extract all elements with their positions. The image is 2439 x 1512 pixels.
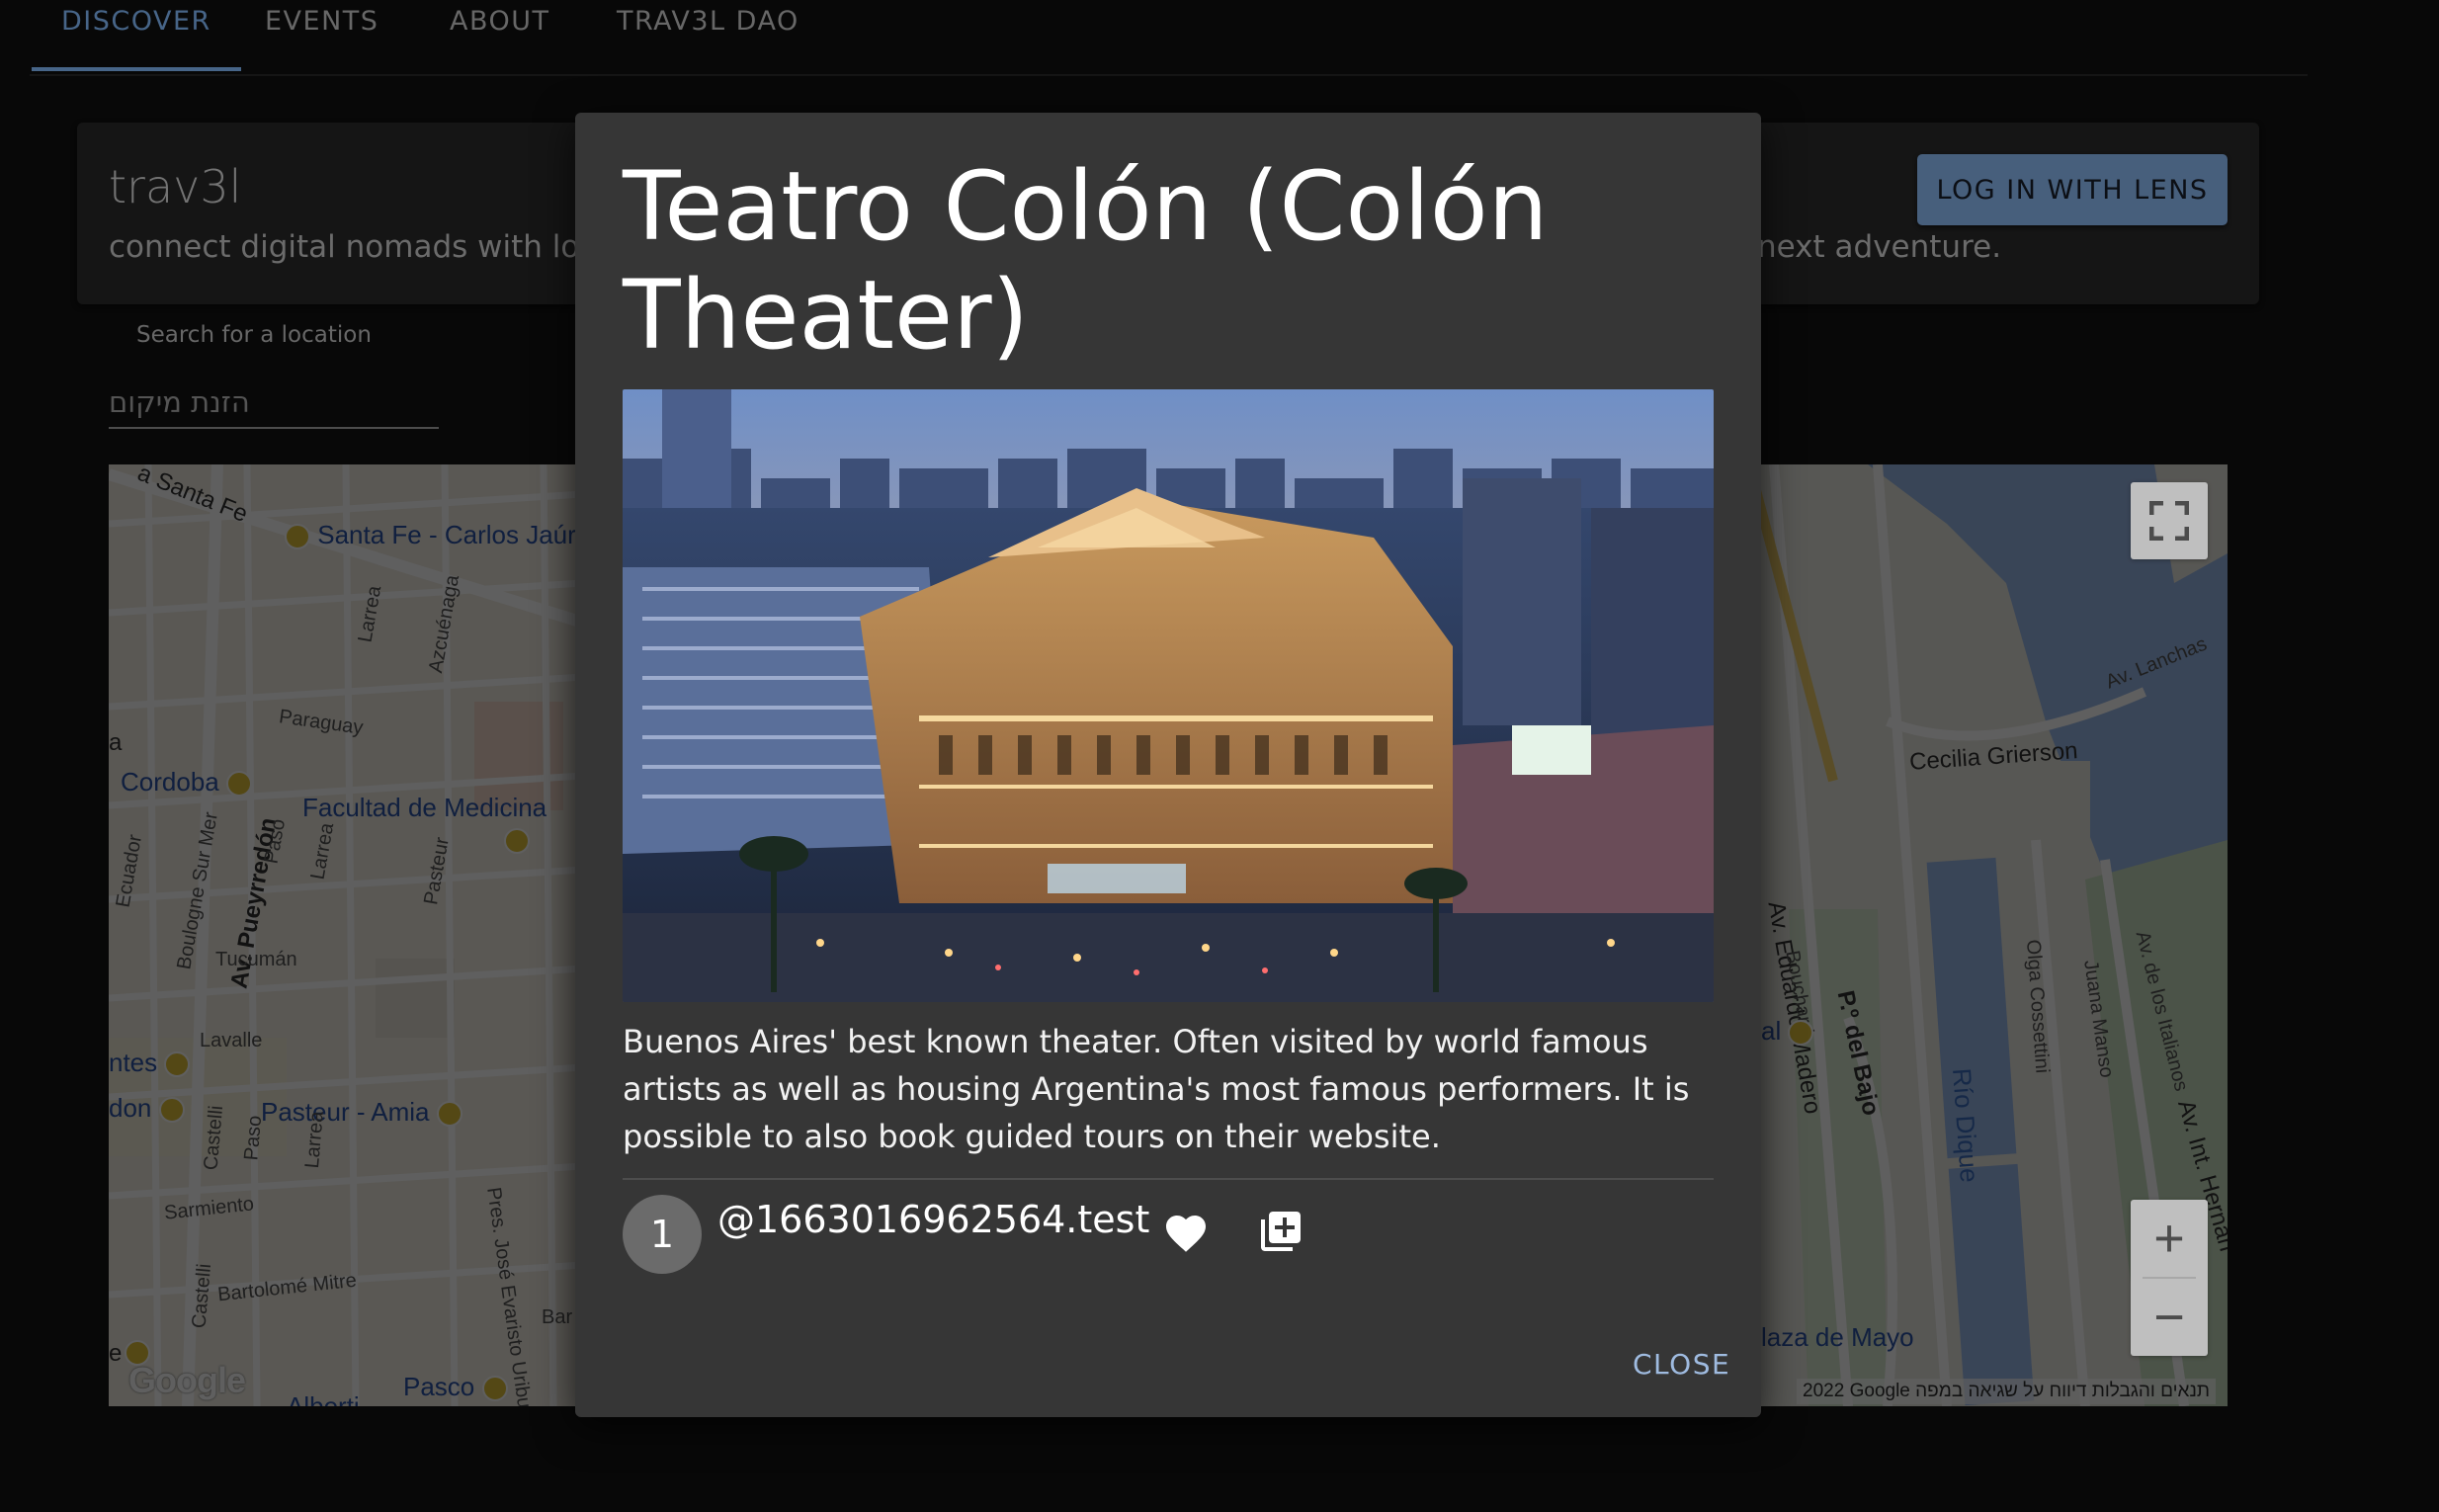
like-button[interactable]	[1162, 1210, 1210, 1257]
map-label: Lavalle	[200, 1030, 263, 1051]
subway-icon	[504, 828, 530, 854]
map-label: don	[109, 1093, 152, 1123]
add-to-collection-button[interactable]	[1257, 1208, 1304, 1255]
search-label: Search for a location	[136, 322, 372, 348]
map-label: Alberti	[287, 1391, 360, 1406]
close-button[interactable]: CLOSE	[1633, 1348, 1730, 1381]
author-username[interactable]: @1663016962564.test	[717, 1198, 1149, 1241]
top-nav: DISCOVER EVENTS ABOUT TRAV3L DAO	[30, 0, 2308, 76]
map-station-label[interactable]: al	[1761, 1016, 1814, 1047]
map-label: Pasco	[403, 1372, 475, 1401]
tagline-end: next adventure.	[1757, 229, 2002, 265]
tab-about[interactable]: ABOUT	[450, 6, 550, 69]
theater-photo	[623, 389, 1714, 1002]
zoom-out-button[interactable]: −	[2131, 1279, 2208, 1356]
tagline: connect digital nomads with loca	[109, 229, 616, 265]
map-label: laza de Mayo	[1761, 1322, 1914, 1352]
map-station-label[interactable]: Pasteur - Amia	[261, 1097, 463, 1128]
tab-label: TRAV3L DAO	[617, 6, 799, 37]
subway-icon	[158, 1097, 185, 1124]
tab-discover[interactable]: DISCOVER	[32, 6, 241, 71]
map-attribution[interactable]: 2022 Google תנאים והגבלות דיווח על שגיאה…	[1797, 1379, 2216, 1404]
map-label: Cordoba	[121, 767, 219, 797]
divider	[623, 1178, 1714, 1180]
subway-icon	[285, 524, 310, 550]
add-to-collection-icon	[1261, 1212, 1301, 1251]
subway-icon	[481, 1376, 508, 1402]
tab-trav3l-dao[interactable]: TRAV3L DAO	[617, 6, 799, 69]
subway-icon	[436, 1101, 463, 1128]
tab-events[interactable]: EVENTS	[265, 6, 378, 69]
map-label: ntes	[109, 1048, 158, 1077]
google-logo: Google	[128, 1360, 246, 1400]
login-with-lens-button[interactable]: LOG IN WITH LENS	[1917, 154, 2228, 225]
subway-icon	[225, 771, 252, 798]
avatar[interactable]: 1	[623, 1195, 702, 1274]
active-tab-indicator	[32, 67, 241, 71]
place-photo	[623, 389, 1714, 1002]
tab-label: EVENTS	[265, 6, 379, 37]
map-station-label[interactable]: don	[109, 1093, 185, 1124]
heart-icon	[1166, 1216, 1206, 1252]
place-description: Buenos Aires' best known theater. Often …	[623, 1023, 1690, 1155]
app-title: trav3l	[109, 160, 242, 213]
map-label: e	[109, 1340, 123, 1367]
map-station-label[interactable]: Facultad de Medicina	[302, 793, 547, 823]
subway-icon	[164, 1051, 191, 1078]
map-station-label[interactable]: Cordoba	[121, 767, 252, 798]
location-search-input[interactable]	[109, 378, 439, 429]
map-station-label[interactable]: Pasco	[403, 1372, 508, 1402]
zoom-in-button[interactable]: +	[2131, 1200, 2208, 1277]
map-station-label[interactable]: Santa Fe - Carlos Jaúre	[285, 520, 590, 550]
map-label: Facultad de Medicina	[302, 793, 547, 822]
map-label: Tucumán	[215, 949, 297, 970]
place-detail-modal: Teatro Colón (Colón Theater) Buenos Aire…	[575, 113, 1761, 1417]
map-label: Paso	[240, 1114, 267, 1162]
map-label: Santa Fe - Carlos Jaúre	[317, 520, 591, 549]
fullscreen-icon	[2149, 501, 2189, 541]
zoom-control: + −	[2131, 1200, 2208, 1356]
modal-title: Teatro Colón (Colón Theater)	[623, 151, 1549, 371]
subway-icon	[1788, 1020, 1814, 1047]
map-station-label[interactable]: ntes	[109, 1048, 191, 1078]
map-label: al	[1761, 1016, 1782, 1046]
map-label: Bar	[542, 1306, 573, 1328]
fullscreen-button[interactable]	[2131, 482, 2208, 559]
tab-label: DISCOVER	[61, 6, 211, 37]
tab-label: ABOUT	[450, 6, 550, 37]
map-label: Pasteur - Amia	[261, 1097, 430, 1127]
map-label: a	[109, 729, 123, 756]
